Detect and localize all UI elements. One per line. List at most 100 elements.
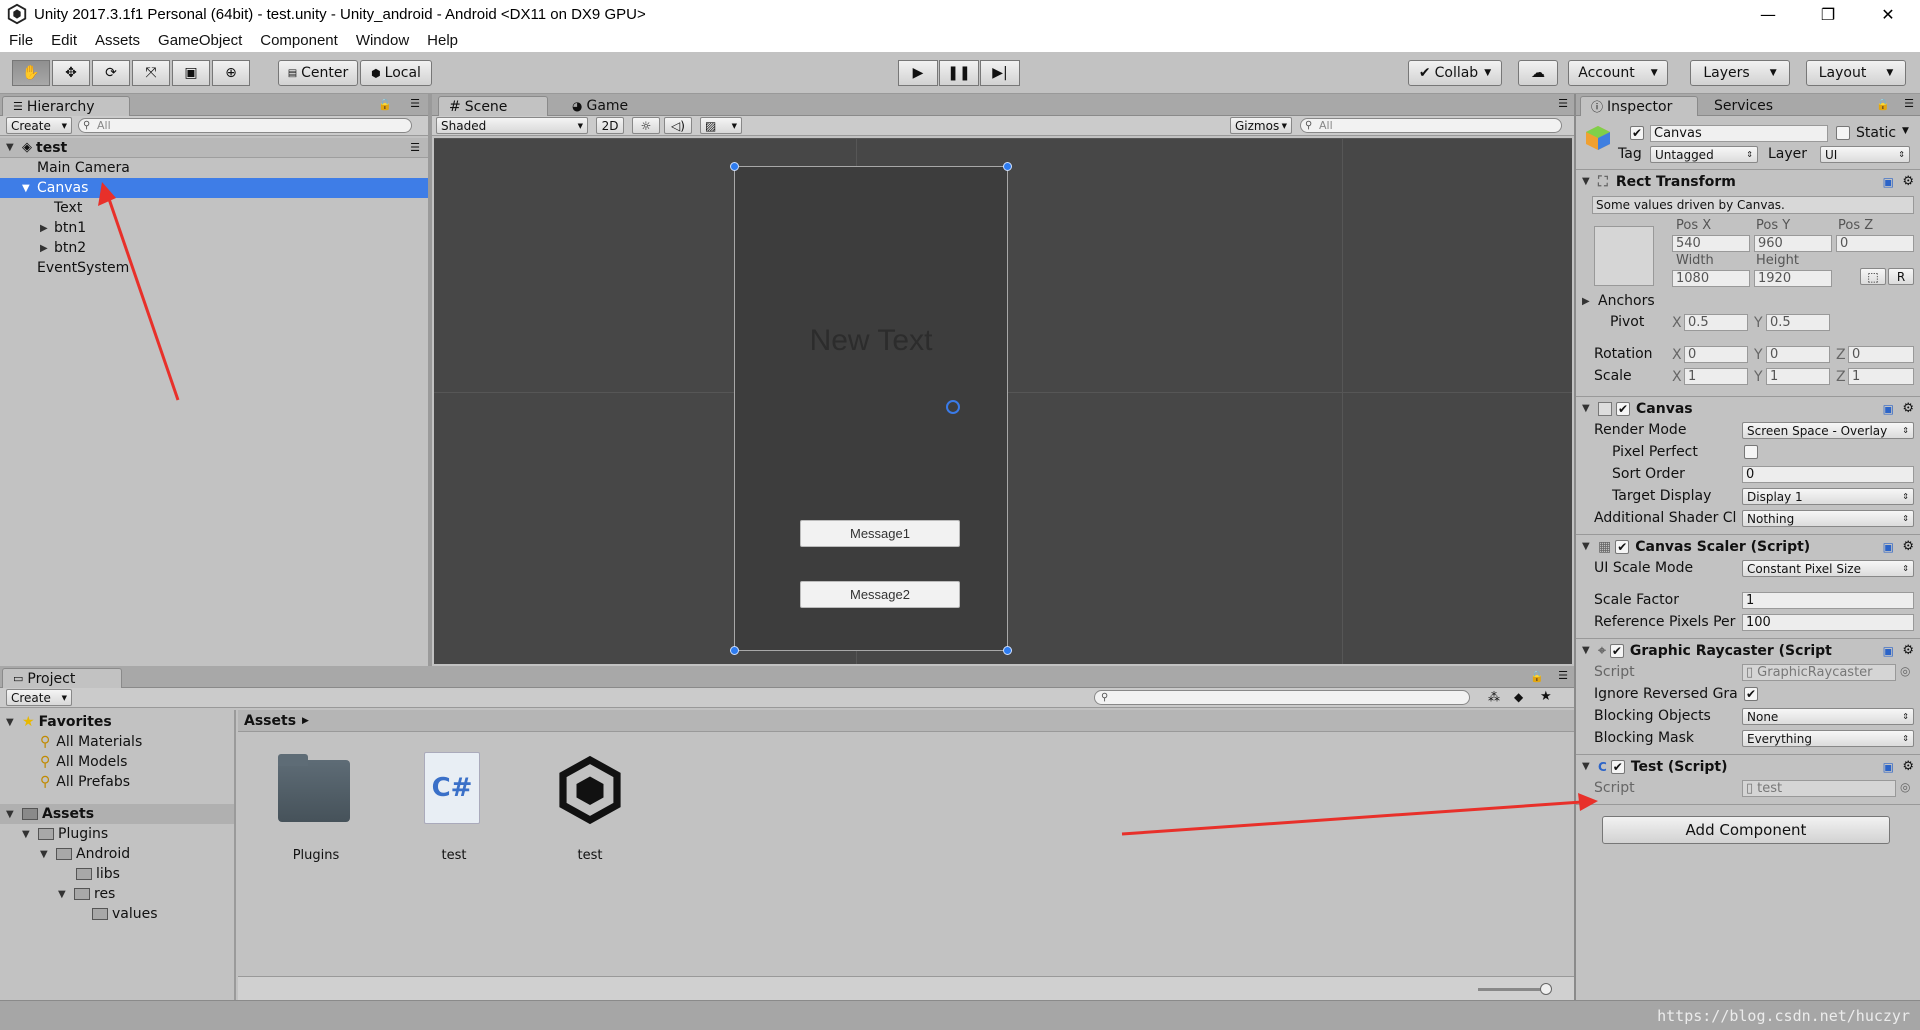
- favorite-star-icon[interactable]: ★: [1540, 689, 1552, 704]
- pivot-y-field[interactable]: 0.5: [1766, 314, 1830, 331]
- object-name-input[interactable]: Canvas: [1650, 125, 1828, 142]
- object-picker-icon[interactable]: ◎: [1900, 664, 1910, 678]
- gear-icon[interactable]: ⚙: [1902, 539, 1914, 554]
- hierarchy-item-canvas[interactable]: ▼ Canvas: [0, 178, 428, 198]
- rect-tool-button[interactable]: ▣: [172, 60, 210, 86]
- gear-icon[interactable]: ⚙: [1902, 759, 1914, 774]
- scale-x-field[interactable]: 1: [1684, 368, 1748, 385]
- object-picker-icon[interactable]: ◎: [1900, 780, 1910, 794]
- gear-icon[interactable]: ⚙: [1902, 401, 1914, 416]
- filter-type-icon[interactable]: ⁂: [1488, 690, 1500, 704]
- pixel-perfect-checkbox[interactable]: [1744, 445, 1758, 459]
- scene-message2-button[interactable]: Message2: [800, 581, 960, 608]
- sort-order-field[interactable]: 0: [1742, 466, 1914, 483]
- list-item[interactable]: values: [0, 904, 234, 924]
- scene-root-row[interactable]: ▼ ◈ test ☰: [0, 138, 428, 158]
- pos-z-field[interactable]: 0: [1836, 235, 1914, 252]
- pivot-x-field[interactable]: 0.5: [1684, 314, 1748, 331]
- rect-handle[interactable]: [730, 162, 739, 171]
- panel-menu-icon[interactable]: ☰: [1904, 97, 1914, 110]
- raycaster-enabled-checkbox[interactable]: ✔: [1609, 643, 1624, 658]
- lighting-toggle[interactable]: ☼: [632, 117, 660, 134]
- pos-x-field[interactable]: 540: [1672, 235, 1750, 252]
- blueprint-mode-button[interactable]: ⬚: [1860, 268, 1886, 285]
- pivot-center-button[interactable]: ▤ Center: [278, 60, 358, 86]
- pause-button[interactable]: ❚❚: [939, 60, 979, 86]
- menu-gameobject[interactable]: GameObject: [149, 32, 251, 49]
- canvas-scaler-enabled-checkbox[interactable]: ✔: [1615, 539, 1630, 554]
- toggle-2d-button[interactable]: 2D: [596, 117, 624, 134]
- tag-dropdown[interactable]: Untagged ⇕: [1650, 146, 1758, 163]
- rotation-y-field[interactable]: 0: [1766, 346, 1830, 363]
- list-item[interactable]: libs: [0, 864, 234, 884]
- hierarchy-search-input[interactable]: ⚲ All: [78, 118, 412, 133]
- layer-dropdown[interactable]: UI ⇕: [1820, 146, 1910, 163]
- shading-mode-dropdown[interactable]: Shaded ▼: [436, 117, 588, 134]
- ref-pixels-field[interactable]: 100: [1742, 614, 1914, 631]
- scene-new-text[interactable]: New Text: [734, 324, 1008, 358]
- help-book-icon[interactable]: ▣: [1883, 644, 1894, 658]
- menu-window[interactable]: Window: [347, 32, 418, 49]
- effects-dropdown[interactable]: ▨ ▼: [700, 117, 742, 134]
- collab-button[interactable]: ✔ Collab ▼: [1408, 60, 1502, 86]
- width-field[interactable]: 1080: [1672, 270, 1750, 287]
- pivot-icon[interactable]: [946, 400, 960, 414]
- favorites-row[interactable]: ▼ ★ Favorites: [0, 712, 234, 732]
- gizmos-dropdown[interactable]: Gizmos ▼: [1230, 117, 1292, 134]
- asset-plugins-folder[interactable]: Plugins: [276, 752, 356, 863]
- menu-assets[interactable]: Assets: [86, 32, 149, 49]
- list-item[interactable]: Main Camera: [0, 158, 428, 178]
- help-book-icon[interactable]: ▣: [1883, 402, 1894, 416]
- breadcrumb-assets[interactable]: Assets: [244, 713, 296, 729]
- transform-tool-button[interactable]: ⊕: [212, 60, 250, 86]
- test-script-enabled-checkbox[interactable]: ✔: [1610, 759, 1625, 774]
- close-button[interactable]: ✕: [1860, 0, 1916, 28]
- asset-test-script[interactable]: C# test: [414, 752, 494, 863]
- account-dropdown[interactable]: Account ▼: [1568, 60, 1668, 86]
- static-checkbox[interactable]: [1836, 126, 1850, 140]
- hierarchy-item-btn1[interactable]: ▶ btn1: [0, 218, 428, 238]
- asset-test-scene[interactable]: test: [550, 752, 630, 863]
- lock-icon[interactable]: 🔒: [1876, 98, 1890, 111]
- additional-shader-dropdown[interactable]: Nothing ⇕: [1742, 510, 1914, 527]
- step-button[interactable]: ▶|: [980, 60, 1020, 86]
- canvas-scaler-header[interactable]: ▼ ▦ ✔ Canvas Scaler (Script) ▣ ⚙: [1576, 534, 1920, 558]
- scene-viewport[interactable]: New Text Message1 Message2: [434, 138, 1572, 664]
- target-display-dropdown[interactable]: Display 1 ⇕: [1742, 488, 1914, 505]
- assets-root-row[interactable]: ▼ Assets: [0, 804, 234, 824]
- test-script-header[interactable]: ▼ C ✔ Test (Script) ▣ ⚙: [1576, 754, 1920, 778]
- graphic-raycaster-header[interactable]: ▼ ⌖ ✔ Graphic Raycaster (Script ▣ ⚙: [1576, 638, 1920, 662]
- blocking-objects-dropdown[interactable]: None ⇕: [1742, 708, 1914, 725]
- layout-dropdown[interactable]: Layout ▼: [1806, 60, 1906, 86]
- tab-services[interactable]: Services: [1704, 96, 1794, 116]
- ignore-reversed-checkbox[interactable]: ✔: [1744, 687, 1758, 701]
- help-book-icon[interactable]: ▣: [1883, 540, 1894, 554]
- cloud-button[interactable]: ☁: [1518, 60, 1558, 86]
- menu-help[interactable]: Help: [418, 32, 467, 49]
- gear-icon[interactable]: ⚙: [1902, 643, 1914, 658]
- scale-z-field[interactable]: 1: [1848, 368, 1914, 385]
- help-book-icon[interactable]: ▣: [1883, 760, 1894, 774]
- tab-project[interactable]: ▭ Project: [2, 668, 122, 688]
- tab-hierarchy[interactable]: ☰ Hierarchy: [2, 96, 130, 116]
- maximize-button[interactable]: ❐: [1800, 0, 1856, 28]
- tab-game[interactable]: ◕ Game: [562, 96, 662, 116]
- play-button[interactable]: ▶: [898, 60, 938, 86]
- slider-thumb[interactable]: [1540, 983, 1552, 995]
- list-item[interactable]: ⚲ All Materials: [0, 732, 234, 752]
- scale-tool-button[interactable]: ⤧: [132, 60, 170, 86]
- rect-transform-header[interactable]: ▼ ⛶ Rect Transform ▣ ⚙: [1576, 169, 1920, 193]
- hierarchy-item-btn2[interactable]: ▶ btn2: [0, 238, 428, 258]
- canvas-enabled-checkbox[interactable]: ✔: [1616, 401, 1630, 416]
- height-field[interactable]: 1920: [1754, 270, 1832, 287]
- scene-search-input[interactable]: ⚲ All: [1300, 118, 1562, 133]
- raycaster-script-field[interactable]: ▯ GraphicRaycaster: [1742, 664, 1896, 681]
- raw-edit-button[interactable]: R: [1888, 268, 1914, 285]
- filter-label-icon[interactable]: ◆: [1514, 690, 1523, 704]
- test-script-field[interactable]: ▯ test: [1742, 780, 1896, 797]
- ui-scale-mode-dropdown[interactable]: Constant Pixel Size ⇕: [1742, 560, 1914, 577]
- add-component-button[interactable]: Add Component: [1602, 816, 1890, 844]
- rect-handle[interactable]: [1003, 646, 1012, 655]
- panel-menu-icon[interactable]: ☰: [1558, 669, 1568, 682]
- canvas-rect[interactable]: [734, 166, 1008, 651]
